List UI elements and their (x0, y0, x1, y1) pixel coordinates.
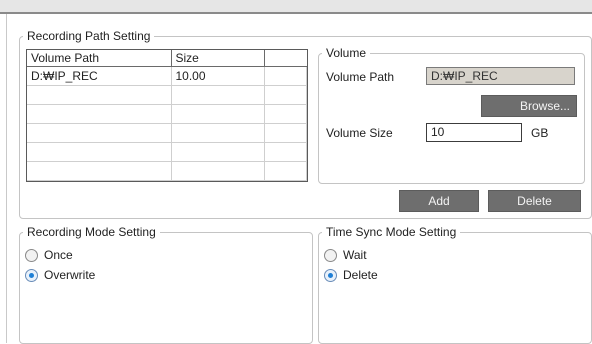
table-cell (171, 142, 265, 162)
table-cell: D:₩IP_REC (27, 66, 172, 86)
column-header-size[interactable]: Size (171, 50, 265, 67)
delete-button[interactable]: Delete (488, 190, 581, 212)
table-cell (27, 161, 172, 181)
table-cell (264, 142, 307, 162)
volume-size-unit: GB (531, 126, 549, 140)
radio-wait-label: Wait (343, 248, 367, 262)
table-row[interactable] (27, 85, 307, 105)
column-header-extra[interactable] (264, 50, 307, 67)
add-button[interactable]: Add (399, 190, 479, 212)
recording-path-legend: Recording Path Setting (27, 29, 151, 43)
table-row[interactable] (27, 161, 307, 181)
table-cell (171, 161, 265, 181)
radio-checked-icon (324, 268, 337, 282)
recording-mode-group: Recording Mode Setting (19, 225, 313, 344)
table-cell (264, 161, 307, 181)
table-row[interactable] (27, 104, 307, 124)
volume-size-label: Volume Size (326, 126, 393, 140)
radio-unchecked-icon (324, 248, 337, 262)
radio-delete-label: Delete (343, 268, 378, 282)
radio-delete[interactable]: Delete (324, 268, 378, 282)
table-cell: 10.00 (171, 66, 265, 86)
volume-size-input[interactable]: 10 (426, 123, 522, 142)
radio-once[interactable]: Once (25, 248, 73, 262)
title-bar (0, 0, 592, 14)
table-cell (27, 85, 172, 105)
table-cell (264, 123, 307, 143)
table-cell (171, 123, 265, 143)
radio-overwrite-label: Overwrite (44, 268, 96, 282)
table-cell (264, 85, 307, 105)
volume-path-label: Volume Path (326, 70, 395, 84)
volume-path-field[interactable]: D:₩IP_REC (426, 67, 575, 85)
radio-unchecked-icon (25, 248, 38, 262)
table-header-row: Volume Path Size (27, 50, 307, 67)
table-row[interactable]: D:₩IP_REC 10.00 (27, 66, 307, 86)
window-edge (6, 14, 7, 343)
browse-button[interactable]: Browse... (481, 95, 577, 117)
table-cell (264, 104, 307, 124)
volume-legend: Volume (326, 46, 367, 60)
recording-mode-legend: Recording Mode Setting (27, 225, 156, 239)
radio-once-label: Once (44, 248, 73, 262)
table-row[interactable] (27, 142, 307, 162)
radio-wait[interactable]: Wait (324, 248, 367, 262)
time-sync-mode-group: Time Sync Mode Setting (318, 225, 592, 344)
table-cell (171, 85, 265, 105)
table-row[interactable] (27, 123, 307, 143)
table-cell (264, 66, 307, 86)
radio-overwrite[interactable]: Overwrite (25, 268, 95, 282)
table-cell (27, 104, 172, 124)
column-header-volume-path[interactable]: Volume Path (27, 50, 172, 67)
table-cell (171, 104, 265, 124)
time-sync-mode-legend: Time Sync Mode Setting (326, 225, 457, 239)
volume-table[interactable]: Volume Path Size D:₩IP_REC 10.00 (26, 49, 308, 182)
table-cell (27, 142, 172, 162)
radio-checked-icon (25, 268, 38, 282)
table-cell (27, 123, 172, 143)
